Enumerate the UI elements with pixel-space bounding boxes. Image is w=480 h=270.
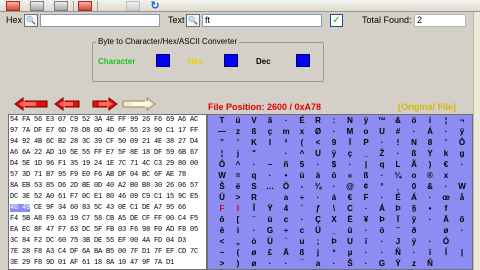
- hex-converter-label: Hex: [188, 57, 203, 66]
- ascii-cell[interactable]: f: [436, 203, 456, 214]
- hex-search-input[interactable]: [40, 14, 160, 27]
- ascii-row: ~(ø £ Äß j º µ · · Ñ · ï Í |: [208, 247, 472, 258]
- ascii-cell[interactable]: ÿ: [452, 126, 472, 137]
- ascii-row: W = q · • ù à ö «ß · ¼ o ® x: [208, 170, 472, 181]
- ascii-cell[interactable]: Ô: [452, 137, 472, 148]
- hex-line[interactable]: F4 5B A8 F9 63 19 C7 58 CB A5 DE CF FF 0…: [9, 214, 206, 225]
- ascii-row: >) ø · · ¯ a · Š · G Ÿz Ñ: [208, 258, 472, 269]
- ascii-cell[interactable]: ¬: [452, 115, 472, 126]
- ascii-row: Ü > R a ÷ · á € F · É Á · œ å: [208, 192, 472, 203]
- hex-label: Hex: [6, 15, 23, 25]
- hex-line[interactable]: EA EC 8F 47 F7 63 DC 5F FB 03 F6 98 F0 A…: [9, 225, 206, 236]
- ascii-cell[interactable]: ·: [452, 225, 472, 236]
- hex-line[interactable]: 46 49 CE 9F 34 60 83 5C 43 0E C1 DE A7 9…: [9, 203, 206, 214]
- last-arrow-icon[interactable]: [122, 97, 156, 111]
- hex-line[interactable]: 57 3D 71 B7 95 F9 E0 F6 AB DF 04 BC 6F A…: [9, 170, 206, 181]
- total-found-label: Total Found:: [362, 15, 412, 25]
- ascii-row: Šë S… Ö - ¾ · @ ¢ ° ¸ 0 & · W: [208, 181, 472, 192]
- character-swatch: [156, 54, 170, 67]
- grey-tool-icon[interactable]: [30, 1, 44, 11]
- hex-swatch: [224, 54, 238, 67]
- grey-tool-icon[interactable]: [54, 1, 68, 11]
- toolbar-separator: [73, 1, 74, 11]
- hex-line[interactable]: 8A EB 53 85 D6 2D BE 0D 40 A2 B0 B8 30 2…: [9, 181, 206, 192]
- hex-search-icon[interactable]: 🔍: [24, 14, 38, 27]
- text-search-input[interactable]: ft: [202, 14, 322, 27]
- red-tool-icon[interactable]: [78, 1, 92, 11]
- window-edge: [473, 12, 480, 270]
- hex-line[interactable]: 94 92 4B 6C B2 28 3C 39 CF 50 09 21 4E 3…: [9, 137, 206, 148]
- ascii-cell[interactable]: |: [452, 247, 472, 258]
- ascii-cell[interactable]: x: [436, 170, 456, 181]
- ascii-row: êì·G÷cÜ_û·ö˜ð­ø·: [208, 225, 472, 236]
- faded-tool-icon[interactable]: [126, 1, 140, 11]
- ascii-view[interactable]: Tú Vã · É R: Nÿ ™ & ö i ¦ ¬ — z ß ç m x Ø · Mo U # · Á · ÿ”’ Kl ²(<9…: [207, 114, 473, 270]
- ascii-row: Tú Vã · É R: Nÿ ™ & ö i ¦ ¬: [208, 115, 472, 126]
- hex-line[interactable]: 3C 84 F2 DC 60 75 3B DE 55 EF 00 4A FD 0…: [9, 236, 206, 247]
- match-checkbox[interactable]: ✓: [330, 14, 343, 27]
- hex-view[interactable]: 54 FA 56 E3 07 C9 52 3A 4E FF 99 26 F6 6…: [8, 114, 207, 270]
- ascii-row: Ô ^ · – ñ 5 · $ · | q L Ã) € ·: [208, 159, 472, 170]
- ascii-cell[interactable]: Ñ: [420, 258, 440, 269]
- ascii-cell[interactable]: Ó: [436, 236, 456, 247]
- ascii-row: ”’ Kl ²(<9 Ï P ·! N 8 ' Ô: [208, 137, 472, 148]
- hex-line[interactable]: 97 7A DF E7 6D 78 D8 0D 4D 6F 55 23 90 C…: [9, 126, 206, 137]
- hex-line[interactable]: 7E 28 F8 A3 C4 DF 6A BA B5 00 7F D1 7F E…: [9, 247, 206, 258]
- next-arrow-icon[interactable]: [92, 97, 118, 111]
- ascii-cell[interactable]: ·: [452, 159, 472, 170]
- file-flag: [Original File]: [398, 102, 457, 112]
- ascii-row: F I Î Ÿ 4 ` ƒ \ C · Á Þ § • f: [208, 203, 472, 214]
- previous-arrow-icon[interactable]: [54, 97, 80, 111]
- ascii-row: ¦j"­·^Uÿç_Ž·ßYkg: [208, 148, 472, 159]
- dec-swatch: [296, 54, 310, 67]
- toolbar-separator: [97, 1, 98, 11]
- hex-selection[interactable]: 46 49: [10, 204, 30, 212]
- text-search-icon[interactable]: 🔍: [186, 14, 200, 27]
- ascii-cell[interactable]: g: [452, 148, 472, 159]
- ascii-row: ô[¨ ù c · Ç X Ë ¥ Þ Ïÿ · Äõ: [208, 214, 472, 225]
- first-arrow-icon[interactable]: [14, 97, 48, 111]
- ascii-cell[interactable]: W: [452, 181, 472, 192]
- hex-line[interactable]: DC 3E 52 A0 61 F7 0C E1 80 46 09 C9 C1 1…: [9, 192, 206, 203]
- converter-title: Byte to Character/Hex/ASCII Converter: [96, 36, 240, 47]
- character-label: Character: [98, 57, 136, 66]
- ascii-cell[interactable]: õ: [452, 214, 472, 225]
- ascii-cell[interactable]: R: [244, 192, 264, 203]
- total-found-value: 2: [414, 14, 466, 27]
- hex-line[interactable]: A6 6A 22 AD 10 5E 55 FF E7 5F 8E 18 DF 5…: [9, 148, 206, 159]
- hex-line[interactable]: D4 5E 1D 96 F1 35 19 24 1E 7C 71 4C C3 2…: [9, 159, 206, 170]
- red-tool-icon[interactable]: [6, 1, 20, 11]
- ascii-row: < „ ò Ü ` u; Þ Uï · Jý · Ó: [208, 236, 472, 247]
- refresh-icon[interactable]: ↻: [148, 1, 162, 12]
- ascii-row: — z ß ç m x Ø · Mo U # · Á · ÿ: [208, 126, 472, 137]
- ascii-cell[interactable]: å: [452, 192, 472, 203]
- dec-label: Dec: [256, 57, 271, 66]
- file-position: File Position: 2600 / 0xA78: [208, 102, 322, 112]
- toolbar: ↻: [0, 0, 480, 12]
- text-label: Text: [168, 15, 185, 25]
- hex-line[interactable]: 54 FA 56 E3 07 C9 52 3A 4E FF 99 26 F6 6…: [9, 115, 206, 126]
- hex-line[interactable]: 3E 29 F8 9D 01 AF 61 18 8A 10 47 9F 7A D…: [9, 258, 206, 269]
